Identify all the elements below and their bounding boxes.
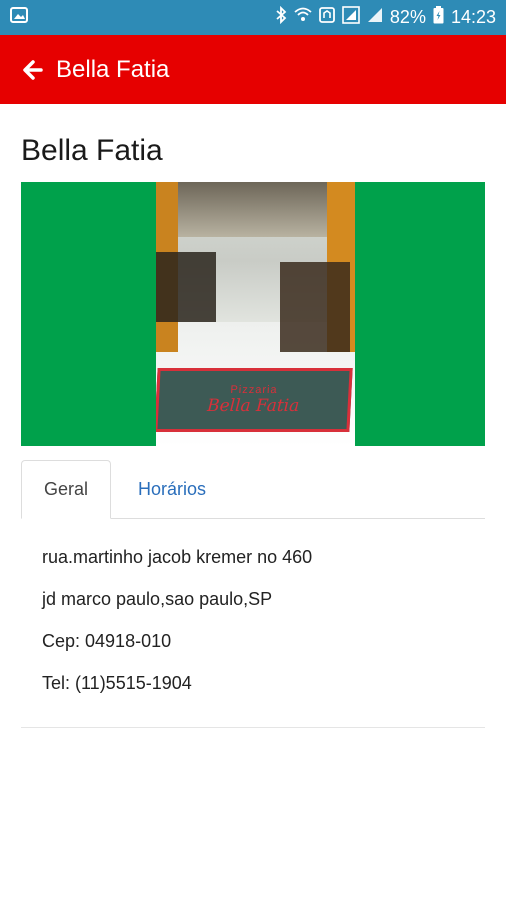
- battery-icon: [433, 6, 444, 29]
- district-line: jd marco paulo,sao paulo,SP: [42, 589, 273, 609]
- cep-line: Cep: 04918-010: [42, 631, 172, 651]
- entrance-mat-logo: Pizzaria Bella Fatia: [156, 368, 353, 432]
- info-panel: rua.martinho jacob kremer no 460 jd marc…: [21, 519, 485, 693]
- divider: [21, 727, 485, 728]
- image-icon: [10, 7, 28, 28]
- battery-percent: 82%: [389, 7, 426, 27]
- clock: 14:23: [450, 7, 496, 27]
- phone-line[interactable]: Tel: (11)5515-1904: [42, 673, 464, 693]
- page-title: Bella Fatia: [21, 134, 163, 167]
- nfc-icon: [319, 7, 335, 28]
- signal-icon: [367, 7, 383, 28]
- restaurant-photo: Pizzaria Bella Fatia: [156, 182, 355, 446]
- wifi-icon: [294, 7, 312, 28]
- arrow-left-icon[interactable]: [20, 57, 46, 83]
- app-bar: Bella Fatia: [0, 35, 506, 104]
- app-bar-title: Bella Fatia: [56, 55, 170, 83]
- bluetooth-icon: [275, 5, 287, 29]
- address-line: rua.martinho jacob kremer no 460: [42, 547, 313, 567]
- tab-horarios[interactable]: Horários: [111, 460, 228, 518]
- restaurant-image: Pizzaria Bella Fatia: [21, 182, 485, 446]
- tab-bar: Geral Horários: [21, 460, 485, 519]
- tab-geral[interactable]: Geral: [21, 460, 112, 519]
- status-bar: 82% 14:23: [0, 0, 506, 35]
- data-icon: [342, 6, 360, 29]
